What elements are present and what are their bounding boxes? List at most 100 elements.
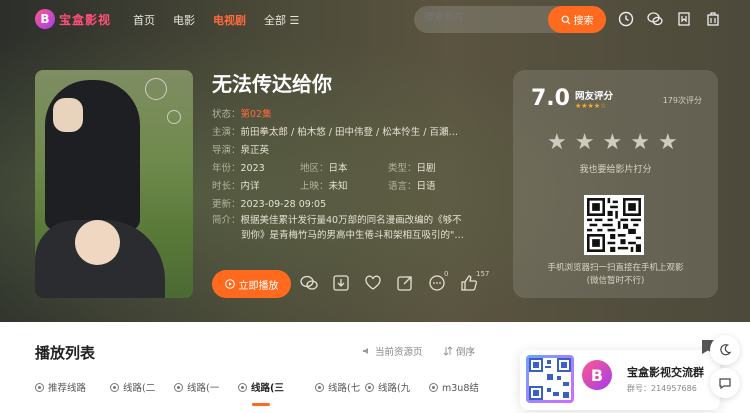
- tab-source-1[interactable]: 线路(一: [174, 380, 238, 394]
- comment-action[interactable]: 0: [428, 270, 460, 294]
- sort-icon: [443, 346, 453, 356]
- intro-line-2: 到你》是青梅竹马的男高中生倦斗和架相互吸引的"…: [241, 230, 464, 241]
- tab-source-7[interactable]: 线路(七: [315, 380, 365, 394]
- chat-button[interactable]: [710, 368, 740, 398]
- tab-source-9[interactable]: 线路(九: [365, 380, 429, 394]
- like-count: 157: [476, 270, 490, 278]
- group-card[interactable]: B 宝盒影视交流群 群号：214957686: [520, 350, 720, 410]
- tab-label: 线路(三: [251, 383, 284, 394]
- clock-icon[interactable]: [618, 11, 634, 27]
- tab-label: 线路(一: [187, 383, 220, 394]
- tab-source-m3u8[interactable]: m3u8结: [429, 380, 479, 394]
- status-value: 第02集: [240, 109, 272, 120]
- nav-item-tv[interactable]: 电视剧: [213, 12, 246, 28]
- source-switch[interactable]: 当前资源页: [362, 344, 423, 358]
- language-value: 日语: [416, 181, 436, 192]
- release-field: 上映：未知: [300, 178, 348, 192]
- language-key: 语言：: [388, 181, 417, 192]
- rate-stars: ★ ★ ★ ★ ★: [547, 132, 678, 154]
- year-field: 年份：2023: [212, 160, 265, 174]
- tab-source-2[interactable]: 线路(二: [110, 380, 174, 394]
- nav-item-movies[interactable]: 电影: [173, 12, 195, 28]
- release-value: 未知: [328, 181, 348, 192]
- type-field: 类型：日剧: [388, 160, 436, 174]
- main-nav: 首页 电影 电视剧 全部 ☰: [133, 12, 317, 28]
- tab-source-3[interactable]: 线路(三: [238, 380, 315, 406]
- favorite-action[interactable]: [364, 274, 396, 294]
- rate-hint: 我也要给影片打分: [579, 165, 652, 175]
- radio-dot-icon: [429, 382, 438, 392]
- type-value: 日剧: [416, 163, 436, 174]
- language-field: 语言：日语: [388, 178, 436, 192]
- poster-face: [75, 220, 120, 265]
- rating-votes: 179次评分: [662, 96, 702, 105]
- wechat-icon[interactable]: [647, 11, 663, 27]
- rating-panel: 7.0 网友评分 ★★★★☆ 179次评分 ★ ★ ★ ★ ★ 我也要给影片打分…: [513, 70, 718, 298]
- director-key: 导演：: [212, 145, 241, 156]
- logo-badge: B: [35, 9, 55, 29]
- tab-label: 推荐线路: [48, 383, 87, 394]
- radio-dot-icon: [35, 382, 44, 392]
- duration-field: 时长：内详: [212, 178, 260, 192]
- director-row: 导演：泉正英: [212, 142, 269, 156]
- cast-key: 主演：: [212, 127, 241, 138]
- mobile-qr-code: [584, 195, 644, 255]
- bookmark-icon[interactable]: [676, 11, 692, 27]
- rate-star-4[interactable]: ★: [630, 132, 650, 154]
- search-button-label: 搜索: [573, 16, 594, 27]
- tab-label: 线路(七: [328, 383, 361, 394]
- cast-value[interactable]: 前田拳太郎 / 柏木悠 / 田中伟登 / 松本怜生 / 百瀬…: [241, 127, 458, 138]
- share-icon: [397, 276, 412, 291]
- tab-label: 线路(二: [123, 383, 156, 394]
- radio-dot-icon: [110, 382, 119, 392]
- rate-star-2[interactable]: ★: [575, 132, 595, 154]
- search-bar: 搜索: [414, 6, 606, 33]
- building-icon[interactable]: [705, 11, 721, 27]
- logo-text: 宝盒影视: [59, 12, 112, 27]
- show-poster[interactable]: [35, 70, 193, 298]
- share-wechat-action[interactable]: [300, 274, 332, 294]
- radio-dot-icon: [238, 382, 247, 392]
- status-row: 状态：第02集: [212, 106, 272, 120]
- nav-item-all[interactable]: 全部 ☰: [264, 12, 299, 28]
- qr-hint-line-2: (微信暂时不行): [586, 276, 645, 286]
- search-input[interactable]: [424, 12, 534, 23]
- rate-star-3[interactable]: ★: [602, 132, 622, 154]
- site-logo[interactable]: B 宝盒影视: [35, 9, 111, 29]
- dark-mode-button[interactable]: [710, 335, 740, 365]
- updated-key: 更新：: [212, 199, 241, 210]
- tab-label: 线路(九: [378, 383, 411, 394]
- poster-bubble: [167, 110, 181, 124]
- updated-row: 更新：2023-09-28 09:05: [212, 196, 326, 210]
- poster-bubble: [145, 78, 167, 100]
- rating-score: 7.0: [531, 86, 570, 111]
- radio-dot-icon: [365, 382, 374, 392]
- poster-face: [53, 98, 83, 132]
- rate-star-1[interactable]: ★: [547, 132, 567, 154]
- tab-source-recommended[interactable]: 推荐线路: [35, 380, 110, 394]
- moon-icon: [720, 344, 732, 356]
- tab-label: m3u8结: [442, 383, 479, 394]
- rating-mini-stars: ★★★★☆: [575, 102, 607, 110]
- download-action[interactable]: [332, 274, 364, 294]
- comment-count: 0: [444, 270, 449, 278]
- play-now-label: 立即播放: [238, 280, 279, 292]
- download-icon: [333, 275, 349, 291]
- play-now-button[interactable]: 立即播放: [212, 270, 291, 298]
- search-button[interactable]: 搜索: [548, 6, 606, 33]
- rate-star-5[interactable]: ★: [658, 132, 678, 154]
- order-toggle[interactable]: 倒序: [443, 344, 475, 358]
- share-action[interactable]: [396, 274, 428, 294]
- director-value[interactable]: 泉正英: [241, 145, 270, 156]
- qr-code-icon: [587, 198, 641, 252]
- radio-dot-icon: [315, 382, 324, 392]
- intro-key: 简介：: [212, 215, 241, 226]
- year-key: 年份：: [212, 163, 241, 174]
- group-qr-code: [526, 355, 574, 403]
- nav-item-home[interactable]: 首页: [133, 12, 155, 28]
- chat-icon: [719, 378, 731, 390]
- status-key: 状态：: [212, 109, 241, 120]
- group-name: 宝盒影视交流群: [627, 366, 704, 379]
- like-action[interactable]: 157: [460, 270, 492, 294]
- action-icons: 0 157: [300, 270, 492, 294]
